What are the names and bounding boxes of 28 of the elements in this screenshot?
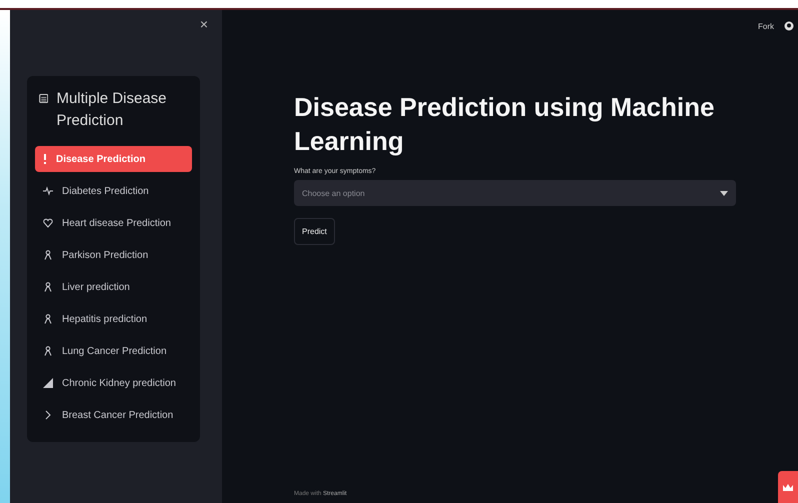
menu-item[interactable]: Heart disease Prediction xyxy=(35,210,192,236)
caret-icon xyxy=(720,190,728,196)
crown-icon xyxy=(783,484,793,490)
person-icon xyxy=(43,250,53,260)
symptoms-select[interactable]: Choose an option xyxy=(294,180,736,206)
exclamation-icon xyxy=(43,154,47,164)
menu-item[interactable]: Parkison Prediction xyxy=(35,242,192,268)
menu-item[interactable]: Liver prediction xyxy=(35,274,192,300)
predict-button[interactable]: Predict xyxy=(294,218,335,245)
page-title: Disease Prediction using Machine Learning xyxy=(294,91,716,158)
pulse-icon xyxy=(43,186,53,196)
menu-item[interactable]: Hepatitis prediction xyxy=(35,306,192,332)
window-icon xyxy=(39,92,48,105)
heart-icon xyxy=(43,218,53,228)
chevron-icon xyxy=(43,410,53,420)
deploy-badge[interactable] xyxy=(778,471,798,503)
menu-item[interactable]: Disease Prediction xyxy=(35,146,192,172)
fork-link[interactable]: Fork xyxy=(758,22,774,30)
person-icon xyxy=(43,346,53,356)
menu-item[interactable]: Lung Cancer Prediction xyxy=(35,338,192,364)
signal-icon xyxy=(43,378,53,388)
menu-title: Multiple Disease Prediction xyxy=(56,89,168,131)
close-icon[interactable]: × xyxy=(200,16,208,32)
menu-item[interactable]: Breast Cancer Prediction xyxy=(35,402,192,428)
menu-item[interactable]: Chronic Kidney prediction xyxy=(35,370,192,396)
menu-item[interactable]: Diabetes Prediction xyxy=(35,178,192,204)
person-icon xyxy=(43,282,53,292)
person-icon xyxy=(43,314,53,324)
